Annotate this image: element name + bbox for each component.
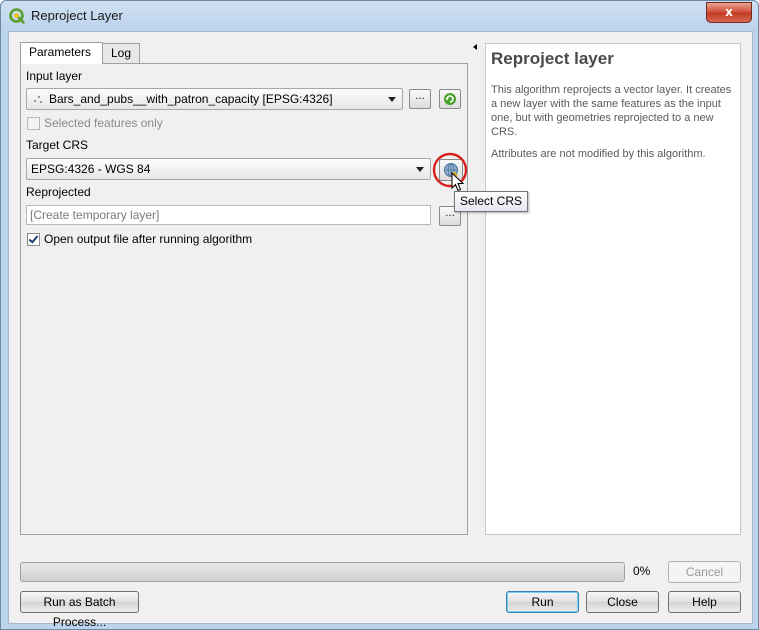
close-button[interactable]: Close xyxy=(586,591,659,613)
selected-features-checkbox[interactable] xyxy=(27,117,40,130)
progress-bar xyxy=(20,562,625,582)
window-title: Reproject Layer xyxy=(31,8,123,23)
dialog-window: Reproject Layer x Parameters Log Input l… xyxy=(0,0,759,630)
help-attributes-note: Attributes are not modified by this algo… xyxy=(491,148,706,160)
refresh-icon xyxy=(444,93,456,105)
mouse-cursor-icon xyxy=(451,172,465,192)
help-description: This algorithm reprojects a vector layer… xyxy=(491,84,732,138)
cancel-button[interactable]: Cancel xyxy=(668,561,741,583)
reprojected-label: Reprojected xyxy=(26,185,91,199)
select-crs-tooltip: Select CRS xyxy=(454,191,529,212)
selected-features-label: Selected features only xyxy=(44,116,163,130)
run-as-batch-button[interactable]: Run as Batch Process... xyxy=(20,591,139,629)
parameters-panel: Input layer Bars_and_pubs__with_patron_c… xyxy=(20,63,468,535)
open-output-checkbox[interactable] xyxy=(27,233,40,246)
progress-percent: 0% xyxy=(633,564,651,578)
help-button[interactable]: Help xyxy=(668,591,741,613)
tab-log[interactable]: Log xyxy=(102,43,140,63)
iterate-button[interactable] xyxy=(439,89,461,109)
target-crs-combo[interactable]: EPSG:4326 - WGS 84 xyxy=(26,158,431,180)
collapse-help-arrow-icon[interactable] xyxy=(473,44,477,50)
target-crs-label: Target CRS xyxy=(26,138,89,152)
open-output-label: Open output file after running algorithm xyxy=(44,232,253,246)
input-layer-combo[interactable]: Bars_and_pubs__with_patron_capacity [EPS… xyxy=(26,88,403,110)
chevron-down-icon xyxy=(388,97,396,102)
target-crs-value: EPSG:4326 - WGS 84 xyxy=(31,162,151,176)
point-layer-icon xyxy=(33,95,43,104)
input-layer-value: Bars_and_pubs__with_patron_capacity [EPS… xyxy=(49,92,333,106)
window-close-button[interactable]: x xyxy=(706,2,752,23)
title-bar[interactable]: Reproject Layer x xyxy=(1,1,758,31)
tab-parameters[interactable]: Parameters xyxy=(20,42,103,64)
chevron-down-icon xyxy=(416,167,424,172)
reprojected-output-field[interactable]: [Create temporary layer] xyxy=(26,205,431,225)
input-layer-label: Input layer xyxy=(26,69,83,83)
help-panel: Reproject layer This algorithm reproject… xyxy=(485,43,741,535)
input-layer-browse-button[interactable]: ... xyxy=(409,89,431,109)
run-button[interactable]: Run xyxy=(506,591,579,613)
qgis-logo-icon xyxy=(9,8,25,24)
dialog-client-area: Parameters Log Input layer Bars_and_pubs… xyxy=(8,31,753,629)
help-title: Reproject layer xyxy=(491,49,614,68)
